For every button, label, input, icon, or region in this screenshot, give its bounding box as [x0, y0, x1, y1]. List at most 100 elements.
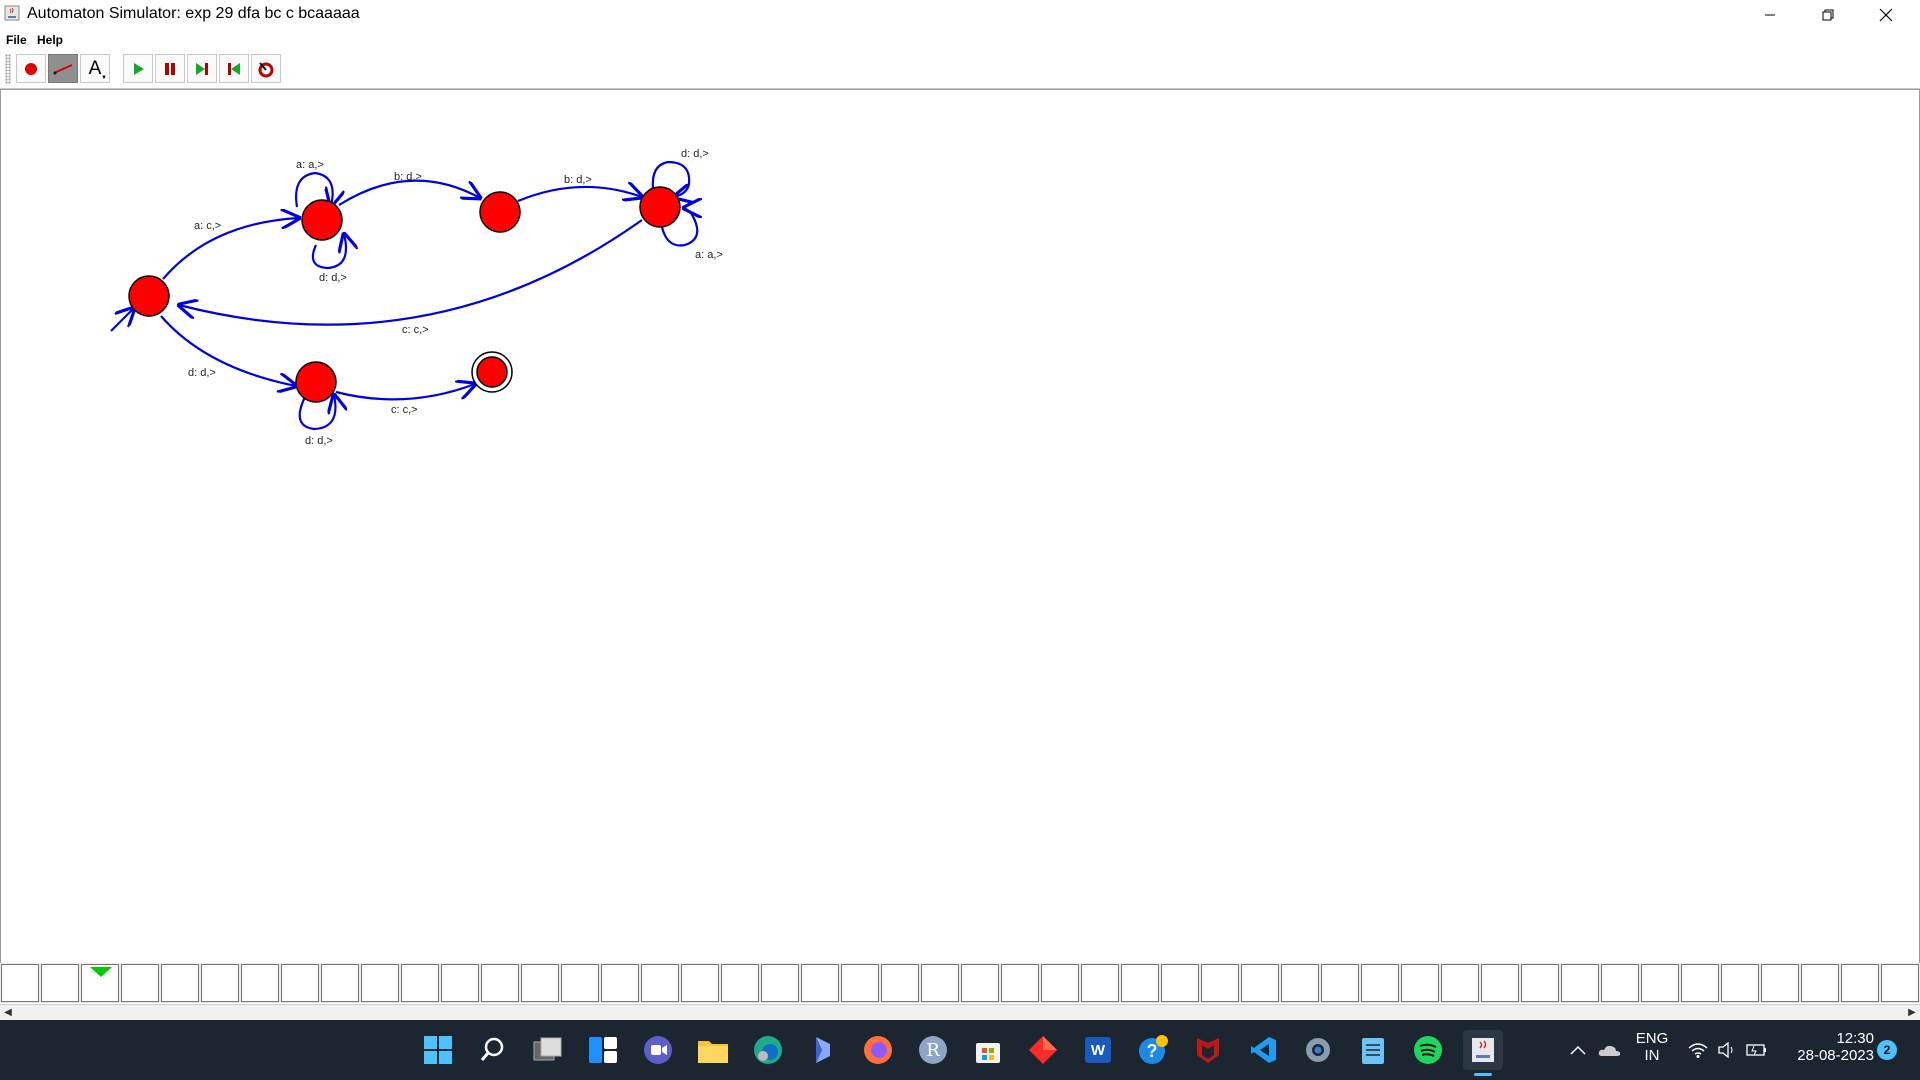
tape-cell[interactable]: [961, 964, 999, 1002]
tape-cell[interactable]: [641, 964, 679, 1002]
tape-cell[interactable]: [1401, 964, 1439, 1002]
spotify-icon[interactable]: [1408, 1030, 1448, 1070]
tape-cell[interactable]: [801, 964, 839, 1002]
tape-cell[interactable]: [1, 964, 39, 1002]
tape-cell[interactable]: [281, 964, 319, 1002]
search-icon[interactable]: [473, 1030, 513, 1070]
tape-cell[interactable]: [1001, 964, 1039, 1002]
tape-cell[interactable]: [1361, 964, 1399, 1002]
battery-icon[interactable]: [1742, 1030, 1772, 1070]
tape-cell[interactable]: [1081, 964, 1119, 1002]
word-icon[interactable]: W: [1078, 1030, 1118, 1070]
tape-cell[interactable]: [561, 964, 599, 1002]
state-q4[interactable]: [295, 361, 337, 403]
bing-icon[interactable]: [803, 1030, 843, 1070]
tape-cell[interactable]: [921, 964, 959, 1002]
tape-cell[interactable]: [1481, 964, 1519, 1002]
label-q1-loop-top[interactable]: a: a,>: [296, 159, 324, 171]
tape-cell[interactable]: [1521, 964, 1559, 1002]
onedrive-icon[interactable]: [1595, 1030, 1625, 1070]
tape-cell[interactable]: [881, 964, 919, 1002]
tape-cell[interactable]: [1641, 964, 1679, 1002]
label-q3-q0[interactable]: c: c,>: [402, 324, 429, 336]
add-text-tool[interactable]: A ▼: [80, 54, 110, 83]
restore-button[interactable]: [1799, 0, 1857, 30]
tape-cell[interactable]: [721, 964, 759, 1002]
tape-cell[interactable]: [121, 964, 159, 1002]
tape-cell[interactable]: [481, 964, 519, 1002]
chevron-up-icon[interactable]: [1563, 1030, 1593, 1070]
tape-cell[interactable]: [41, 964, 79, 1002]
tape-cell[interactable]: [1681, 964, 1719, 1002]
label-q1-q2[interactable]: b: d,>: [394, 171, 422, 183]
tape-cell[interactable]: [1841, 964, 1879, 1002]
scroll-right-icon[interactable]: ▶: [1905, 1006, 1919, 1020]
horizontal-scrollbar[interactable]: ◀ ▶: [0, 1004, 1920, 1021]
menu-file[interactable]: File: [6, 33, 27, 47]
language-indicator[interactable]: ENG IN: [1632, 1030, 1672, 1064]
tape-cell[interactable]: [1121, 964, 1159, 1002]
close-button[interactable]: [1857, 0, 1915, 30]
tape-head-marker[interactable]: [90, 967, 112, 977]
tape-cell[interactable]: [1201, 964, 1239, 1002]
settings-icon[interactable]: [1298, 1030, 1338, 1070]
label-q0-q1[interactable]: a: c,>: [194, 220, 221, 232]
label-q4-q5[interactable]: c: c,>: [391, 404, 418, 416]
tape-cell[interactable]: [521, 964, 559, 1002]
widgets-icon[interactable]: [583, 1030, 623, 1070]
add-transition-tool[interactable]: [48, 54, 78, 83]
app-red-diamond-icon[interactable]: [1023, 1030, 1063, 1070]
label-q0-q4[interactable]: d: d,>: [188, 367, 216, 379]
tape-cell[interactable]: [1761, 964, 1799, 1002]
tape-cell[interactable]: [601, 964, 639, 1002]
label-q1-loop-bottom[interactable]: d: d,>: [319, 272, 347, 284]
edge-icon[interactable]: [748, 1030, 788, 1070]
state-q3[interactable]: [639, 186, 681, 228]
clock[interactable]: 12:30 28-08-2023: [1782, 1030, 1874, 1064]
tape-cell[interactable]: [1041, 964, 1079, 1002]
label-q4-loop[interactable]: d: d,>: [305, 435, 333, 447]
label-q3-loop-top[interactable]: d: d,>: [681, 148, 709, 160]
scroll-left-icon[interactable]: ◀: [1, 1006, 15, 1020]
firefox-icon[interactable]: [858, 1030, 898, 1070]
volume-icon[interactable]: [1712, 1030, 1742, 1070]
tape-cell[interactable]: [1881, 964, 1919, 1002]
tape-cell[interactable]: [1801, 964, 1839, 1002]
automaton-canvas[interactable]: a: c,> a: a,> d: d,> b: d,> b: d,> d: d,…: [0, 89, 1920, 964]
wifi-icon[interactable]: [1683, 1030, 1713, 1070]
menu-help[interactable]: Help: [37, 33, 63, 47]
notepad-icon[interactable]: [1353, 1030, 1393, 1070]
state-q2[interactable]: [479, 191, 521, 233]
add-state-tool[interactable]: [16, 54, 46, 83]
state-q0[interactable]: [128, 275, 170, 317]
tape-cell[interactable]: [361, 964, 399, 1002]
tape-cell[interactable]: [161, 964, 199, 1002]
r-icon[interactable]: R: [913, 1030, 953, 1070]
state-q1[interactable]: [301, 199, 343, 241]
state-q5-final[interactable]: [471, 351, 513, 393]
store-icon[interactable]: [968, 1030, 1008, 1070]
tape-cell[interactable]: [321, 964, 359, 1002]
label-q3-loop-right[interactable]: a: a,>: [695, 249, 723, 261]
tape-cell[interactable]: [1161, 964, 1199, 1002]
label-q2-q3[interactable]: b: d,>: [564, 174, 592, 186]
tape-cell[interactable]: [1721, 964, 1759, 1002]
tape-cell[interactable]: [241, 964, 279, 1002]
step-button[interactable]: [187, 54, 217, 83]
java-icon[interactable]: [1463, 1030, 1503, 1076]
vscode-icon[interactable]: [1243, 1030, 1283, 1070]
notification-badge[interactable]: 2: [1875, 1030, 1899, 1070]
file-explorer-icon[interactable]: [693, 1030, 733, 1070]
tape-cell[interactable]: [401, 964, 439, 1002]
tape-cell[interactable]: [761, 964, 799, 1002]
run-button[interactable]: [123, 54, 153, 83]
help-icon[interactable]: ?: [1133, 1030, 1173, 1070]
tape-cell[interactable]: [1561, 964, 1599, 1002]
minimize-button[interactable]: [1741, 0, 1799, 30]
tape-cell[interactable]: [841, 964, 879, 1002]
tape-cell[interactable]: [441, 964, 479, 1002]
mcafee-icon[interactable]: [1188, 1030, 1228, 1070]
teams-chat-icon[interactable]: [638, 1030, 678, 1070]
rewind-button[interactable]: [219, 54, 249, 83]
tape-cell[interactable]: [1241, 964, 1279, 1002]
